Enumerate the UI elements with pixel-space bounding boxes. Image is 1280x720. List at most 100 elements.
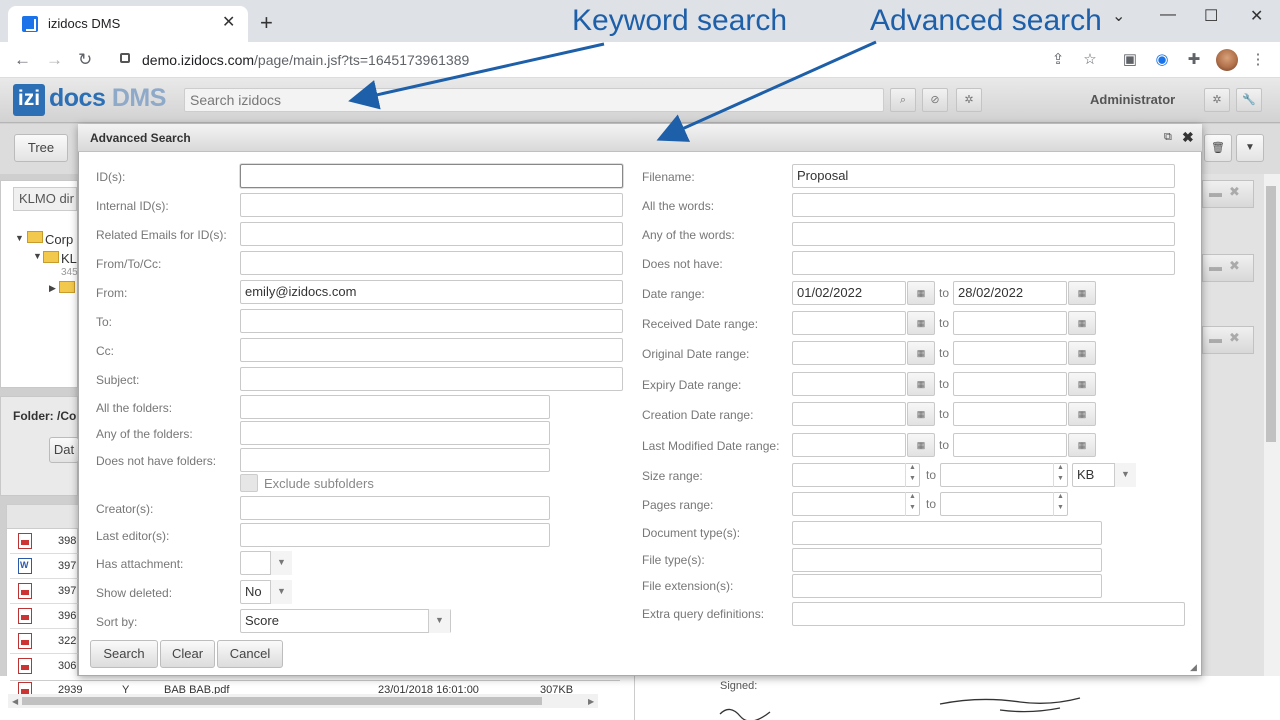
date-button[interactable]: Dat bbox=[49, 437, 79, 463]
share-icon[interactable]: ⇪ bbox=[1050, 52, 1066, 68]
text-input[interactable] bbox=[240, 193, 623, 217]
clear-search-icon[interactable]: ⊘ bbox=[922, 88, 948, 112]
calendar-icon[interactable]: ▦ bbox=[907, 402, 935, 426]
settings-gear-icon[interactable]: ✲ bbox=[1204, 88, 1230, 112]
dropdown-arrow-icon[interactable]: ▼ bbox=[1236, 134, 1264, 162]
file-type-input[interactable] bbox=[792, 548, 1102, 572]
menu-dots-icon[interactable]: ⋮ bbox=[1250, 52, 1266, 68]
expand-arrow-icon[interactable]: ▼ bbox=[33, 251, 42, 261]
horizontal-scroll-thumb[interactable] bbox=[22, 697, 542, 705]
text-input[interactable] bbox=[792, 251, 1175, 275]
close-panel-icon[interactable]: ✖ bbox=[1229, 184, 1240, 200]
exclude-subfolders-checkbox[interactable] bbox=[240, 474, 258, 492]
calendar-icon[interactable]: ▦ bbox=[1068, 433, 1096, 457]
date-to-input[interactable] bbox=[953, 341, 1067, 365]
date-from-input[interactable] bbox=[792, 341, 906, 365]
back-icon[interactable]: ← bbox=[14, 50, 31, 70]
text-input[interactable] bbox=[240, 367, 623, 391]
file-extension-input[interactable] bbox=[792, 574, 1102, 598]
resize-handle-icon[interactable]: ◢ bbox=[1190, 662, 1197, 673]
calendar-icon[interactable]: ▦ bbox=[907, 433, 935, 457]
minimize-panel-icon[interactable]: ▬ bbox=[1209, 185, 1222, 200]
bookmark-star-icon[interactable]: ☆ bbox=[1082, 52, 1098, 68]
popout-icon[interactable]: ⧉ bbox=[1164, 131, 1172, 144]
text-input[interactable] bbox=[792, 222, 1175, 246]
date-to-input[interactable] bbox=[953, 372, 1067, 396]
dialog-titlebar[interactable] bbox=[78, 124, 1202, 152]
document-type-input[interactable] bbox=[792, 521, 1102, 545]
date-from-input[interactable] bbox=[792, 433, 906, 457]
calendar-icon[interactable]: ▦ bbox=[907, 281, 935, 305]
maximize-icon[interactable]: ☐ bbox=[1204, 6, 1218, 26]
tree-child-label[interactable]: KL bbox=[61, 251, 77, 266]
date-to-input[interactable] bbox=[953, 433, 1067, 457]
text-input[interactable] bbox=[240, 496, 550, 520]
text-input[interactable] bbox=[240, 309, 623, 333]
text-input[interactable] bbox=[240, 395, 550, 419]
extra-query-input[interactable] bbox=[792, 602, 1185, 626]
tree-button[interactable]: Tree bbox=[14, 134, 68, 162]
close-panel-icon[interactable]: ✖ bbox=[1229, 258, 1240, 274]
chevron-down-icon[interactable]: ⌄ bbox=[1112, 6, 1125, 26]
calendar-icon[interactable]: ▦ bbox=[907, 372, 935, 396]
dialog-close-icon[interactable]: ✖ bbox=[1182, 129, 1194, 146]
close-panel-icon[interactable]: ✖ bbox=[1229, 330, 1240, 346]
sort-by-select[interactable]: Score bbox=[240, 609, 451, 633]
spinner-icon[interactable] bbox=[1053, 463, 1067, 487]
browser-tab[interactable]: izidocs DMS ✕ bbox=[8, 6, 248, 42]
chevron-down-icon[interactable]: ▼ bbox=[1114, 463, 1136, 487]
klmo-dir-field[interactable]: KLMO dir bbox=[13, 187, 77, 211]
calendar-icon[interactable]: ▦ bbox=[907, 311, 935, 335]
spinner-icon[interactable] bbox=[1053, 492, 1067, 516]
expand-arrow-icon[interactable]: ▼ bbox=[15, 233, 24, 243]
size-to-input[interactable] bbox=[940, 463, 1068, 487]
reload-icon[interactable]: ↻ bbox=[78, 50, 92, 70]
keyword-search-input[interactable]: Search izidocs bbox=[184, 88, 884, 112]
minimize-panel-icon[interactable]: ▬ bbox=[1209, 331, 1222, 346]
calendar-icon[interactable]: ▦ bbox=[1068, 372, 1096, 396]
user-name[interactable]: Administrator bbox=[1090, 92, 1175, 107]
chevron-down-icon[interactable]: ▼ bbox=[270, 580, 292, 604]
calendar-icon[interactable]: ▦ bbox=[1068, 341, 1096, 365]
scrollbar-thumb[interactable] bbox=[1266, 186, 1276, 442]
advanced-search-gear-icon[interactable]: ✲ bbox=[956, 88, 982, 112]
pages-to-input[interactable] bbox=[940, 492, 1068, 516]
tree-root-label[interactable]: Corp bbox=[45, 232, 73, 247]
date-from-input[interactable]: 01/02/2022 bbox=[792, 281, 906, 305]
new-tab-icon[interactable]: + bbox=[260, 12, 273, 34]
chevron-down-icon[interactable]: ▼ bbox=[428, 609, 450, 633]
date-to-input[interactable]: 28/02/2022 bbox=[953, 281, 1067, 305]
scroll-right-icon[interactable]: ▶ bbox=[588, 697, 594, 706]
screen-recorder-icon[interactable]: ◉ bbox=[1154, 52, 1170, 68]
text-input[interactable] bbox=[240, 251, 623, 275]
spinner-icon[interactable] bbox=[905, 492, 919, 516]
spinner-icon[interactable] bbox=[905, 463, 919, 487]
trash-icon[interactable]: 🗑 bbox=[1204, 134, 1232, 162]
minimize-icon[interactable]: — bbox=[1160, 6, 1176, 24]
text-input[interactable]: Proposal bbox=[792, 164, 1175, 188]
text-input[interactable] bbox=[240, 421, 550, 445]
text-input[interactable]: emily@izidocs.com bbox=[240, 280, 623, 304]
date-from-input[interactable] bbox=[792, 402, 906, 426]
search-icon[interactable]: ⌕ bbox=[890, 88, 916, 112]
extension-icon[interactable]: ▣ bbox=[1122, 52, 1138, 68]
chevron-down-icon[interactable]: ▼ bbox=[270, 551, 292, 575]
calendar-icon[interactable]: ▦ bbox=[907, 341, 935, 365]
puzzle-icon[interactable]: ✚ bbox=[1186, 52, 1202, 68]
size-from-input[interactable] bbox=[792, 463, 920, 487]
text-input[interactable] bbox=[240, 523, 550, 547]
close-window-icon[interactable]: ✕ bbox=[1250, 6, 1263, 26]
date-to-input[interactable] bbox=[953, 311, 1067, 335]
text-input[interactable] bbox=[240, 222, 623, 246]
profile-avatar[interactable] bbox=[1216, 49, 1238, 71]
date-from-input[interactable] bbox=[792, 372, 906, 396]
cancel-button[interactable]: Cancel bbox=[217, 640, 283, 668]
text-input[interactable] bbox=[240, 338, 623, 362]
collapse-arrow-icon[interactable]: ▶ bbox=[49, 283, 56, 294]
calendar-icon[interactable]: ▦ bbox=[1068, 281, 1096, 305]
address-bar[interactable]: demo.izidocs.com/page/main.jsf?ts=164517… bbox=[142, 52, 469, 68]
pages-from-input[interactable] bbox=[792, 492, 920, 516]
tab-close-icon[interactable]: ✕ bbox=[222, 12, 235, 32]
date-to-input[interactable] bbox=[953, 402, 1067, 426]
text-input[interactable] bbox=[792, 193, 1175, 217]
